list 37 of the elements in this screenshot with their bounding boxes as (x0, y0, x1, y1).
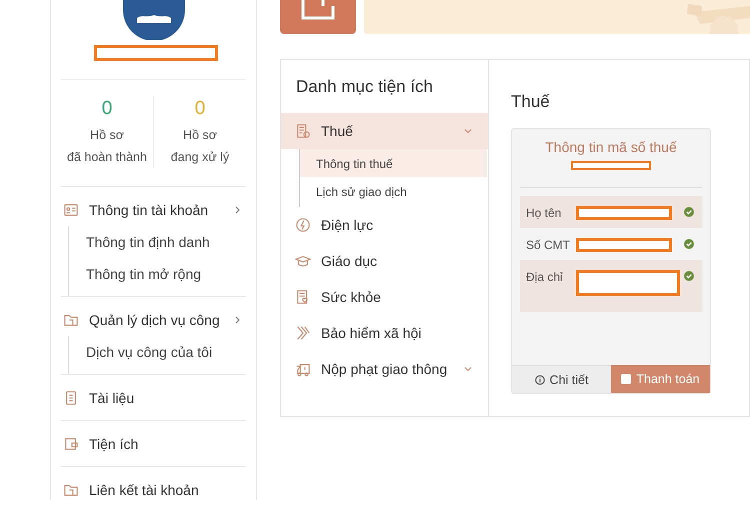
stat-label: Hồ sơ (90, 127, 124, 144)
section-title: Thuế (511, 92, 551, 112)
menu-item[interactable]: Sức khỏe (281, 279, 488, 315)
menu-item[interactable]: Bảo hiểm xã hội (281, 315, 488, 351)
sidebar-item[interactable]: Quản lý dịch vụ công (89, 312, 224, 328)
menu-item[interactable]: Nộp phạt giao thông (281, 351, 488, 387)
field-label: Số CMT (526, 238, 572, 252)
id-card-icon (63, 202, 79, 218)
count: 0 (194, 97, 206, 121)
field-label: Họ tên (526, 206, 562, 220)
stat-label: Hồ sơ (183, 127, 217, 144)
field-label: Địa chỉ (526, 270, 564, 284)
sidebar-item[interactable]: Thông tin tài khoản (89, 202, 224, 218)
stat-label: đang xử lý (170, 149, 230, 166)
truck-icon (295, 361, 311, 377)
submenu-item[interactable]: Thông tin thuế (300, 149, 487, 177)
info-icon (534, 374, 545, 384)
stripes-icon (295, 325, 311, 341)
count: 0 (102, 97, 112, 121)
menu-title: Danh mục tiện ích (295, 76, 434, 98)
card-title: Thông tin mã số thuế (544, 139, 678, 155)
document-icon (63, 390, 79, 406)
sidebar-subitem[interactable]: Dịch vụ công của tôi (86, 344, 212, 360)
sidebar-item[interactable]: Tài liệu (89, 390, 246, 406)
stat-label: đã hoàn thành (67, 149, 147, 166)
menu-item[interactable]: Điện lực (281, 207, 488, 243)
sidebar-subitem[interactable]: Thông tin mở rộng (86, 266, 202, 282)
graduation-cap-icon (295, 253, 311, 269)
submenu-item[interactable]: Lịch sử giao dịch (300, 177, 487, 205)
details-button[interactable]: Chi tiết (512, 365, 611, 393)
menu-item[interactable]: Giáo dục (281, 243, 488, 279)
sidebar-subitem[interactable]: Thông tin định danh (86, 234, 210, 250)
sidebar-item[interactable]: Tiện ích (89, 436, 246, 452)
sidebar-item[interactable]: Liên kết tài khoản (89, 482, 246, 498)
menu-item[interactable]: Thuế (281, 113, 488, 149)
document-icon (295, 123, 311, 139)
lightning-icon (295, 217, 311, 233)
